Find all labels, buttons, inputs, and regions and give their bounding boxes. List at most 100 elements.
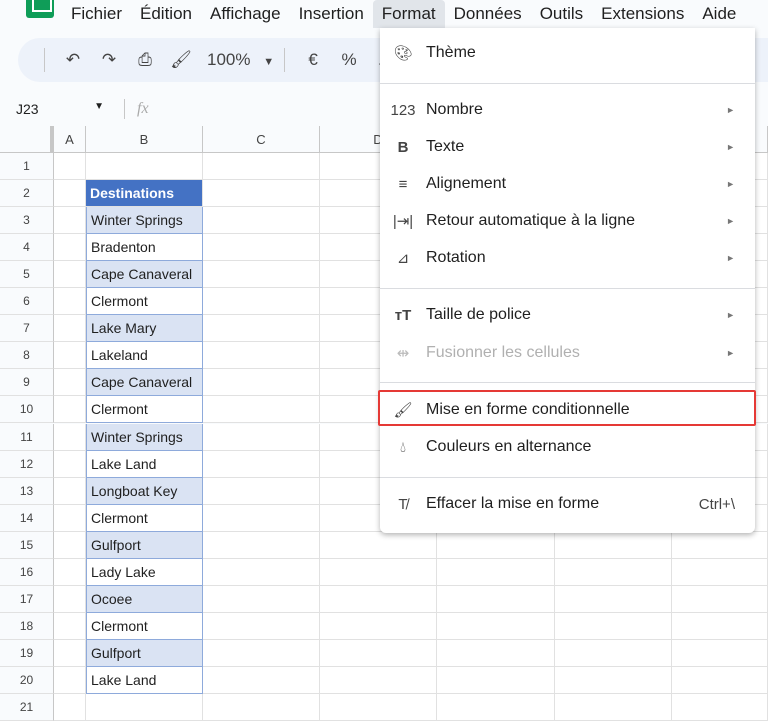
menu-format[interactable]: Format xyxy=(372,0,445,28)
percent-button[interactable]: % xyxy=(331,50,367,70)
cell[interactable] xyxy=(54,288,86,316)
row-header[interactable]: 10 xyxy=(0,396,54,424)
menu-outils[interactable]: Outils xyxy=(531,0,592,28)
cell[interactable] xyxy=(54,180,86,208)
cell[interactable]: Lakeland xyxy=(86,342,203,370)
cell[interactable] xyxy=(54,207,86,235)
cell[interactable] xyxy=(203,234,320,262)
cell[interactable] xyxy=(203,369,320,397)
cell[interactable]: Lake Land xyxy=(86,450,203,478)
menu-item-wrap[interactable]: |⇥| Retour automatique à la ligne ► xyxy=(380,204,755,238)
cell[interactable] xyxy=(54,558,86,586)
cell[interactable] xyxy=(437,585,555,613)
cell[interactable] xyxy=(320,558,437,586)
cell[interactable] xyxy=(54,369,86,397)
undo-icon[interactable]: ↶ xyxy=(55,50,91,70)
cell[interactable] xyxy=(54,666,86,694)
row-header[interactable]: 13 xyxy=(0,477,54,505)
cell[interactable] xyxy=(203,288,320,316)
cell[interactable] xyxy=(203,261,320,289)
row-header[interactable]: 2 xyxy=(0,180,54,208)
cell[interactable] xyxy=(54,504,86,532)
cell[interactable] xyxy=(437,558,555,586)
cell[interactable] xyxy=(320,694,437,721)
cell[interactable] xyxy=(203,585,320,613)
menu-item-rotation[interactable]: ⊿ Rotation ► xyxy=(380,241,755,275)
cell[interactable]: Clermont xyxy=(86,612,203,640)
cell[interactable] xyxy=(54,315,86,343)
cell[interactable] xyxy=(203,477,320,505)
row-header[interactable]: 20 xyxy=(0,666,54,694)
cell[interactable] xyxy=(54,694,86,721)
cell[interactable] xyxy=(203,639,320,667)
cell[interactable]: Cape Canaveral xyxy=(86,369,203,397)
menu-donnees[interactable]: Données xyxy=(445,0,531,28)
cell[interactable] xyxy=(203,531,320,559)
row-header[interactable]: 1 xyxy=(0,153,54,180)
cell[interactable]: Lake Land xyxy=(86,666,203,694)
cell[interactable] xyxy=(555,639,672,667)
cell[interactable] xyxy=(203,450,320,478)
cell[interactable] xyxy=(54,612,86,640)
redo-icon[interactable]: ↷ xyxy=(91,50,127,70)
print-icon[interactable]: ⎙ xyxy=(127,50,163,70)
menu-extensions[interactable]: Extensions xyxy=(592,0,693,28)
cell[interactable]: Lady Lake xyxy=(86,558,203,586)
menu-item-palette[interactable]: 🎨︎ Thème xyxy=(380,36,755,70)
row-header[interactable]: 11 xyxy=(0,423,54,451)
name-box[interactable]: J23 ▼ xyxy=(0,101,112,117)
cell[interactable] xyxy=(203,504,320,532)
cell[interactable] xyxy=(555,585,672,613)
menu-aide[interactable]: Aide xyxy=(693,0,745,28)
cell[interactable] xyxy=(555,531,672,559)
cell[interactable] xyxy=(203,423,320,451)
cell[interactable] xyxy=(672,531,768,559)
cell[interactable] xyxy=(672,666,768,694)
cell[interactable] xyxy=(320,585,437,613)
cell[interactable] xyxy=(437,694,555,721)
cell[interactable] xyxy=(672,585,768,613)
cell[interactable] xyxy=(54,450,86,478)
cell[interactable]: Winter Springs xyxy=(86,207,203,235)
row-header[interactable]: 18 xyxy=(0,612,54,640)
cell[interactable] xyxy=(54,396,86,424)
menu-item-bold[interactable]: B Texte ► xyxy=(380,130,755,164)
paint-format-icon[interactable]: 🖌︎ xyxy=(163,50,199,70)
menu-item-number[interactable]: 123 Nombre ► xyxy=(380,93,755,127)
cell[interactable] xyxy=(203,666,320,694)
column-header[interactable]: C xyxy=(203,126,320,153)
row-header[interactable]: 15 xyxy=(0,531,54,559)
cell[interactable] xyxy=(203,612,320,640)
row-header[interactable]: 17 xyxy=(0,585,54,613)
cell[interactable] xyxy=(54,234,86,262)
row-header[interactable]: 4 xyxy=(0,234,54,262)
row-header[interactable]: 6 xyxy=(0,288,54,316)
row-header[interactable]: 8 xyxy=(0,342,54,370)
cell[interactable] xyxy=(54,261,86,289)
cell[interactable] xyxy=(672,639,768,667)
cell[interactable] xyxy=(86,153,203,180)
cell[interactable]: Lake Mary xyxy=(86,315,203,343)
cell[interactable] xyxy=(437,612,555,640)
cell[interactable] xyxy=(555,612,672,640)
menu-item-font-size[interactable]: тT Taille de police ► xyxy=(380,298,755,332)
cell[interactable] xyxy=(203,558,320,586)
cell[interactable] xyxy=(54,477,86,505)
corner-header[interactable] xyxy=(0,126,54,153)
cell[interactable] xyxy=(54,153,86,180)
menu-item-paint-roller[interactable]: 🖌︎ Mise en forme conditionnelle xyxy=(378,390,756,427)
cell[interactable]: Longboat Key xyxy=(86,477,203,505)
row-header[interactable]: 16 xyxy=(0,558,54,586)
cell[interactable]: Destinations xyxy=(86,180,203,208)
menu-insertion[interactable]: Insertion xyxy=(290,0,373,28)
cell[interactable] xyxy=(54,531,86,559)
cell[interactable] xyxy=(203,153,320,180)
cell[interactable] xyxy=(54,585,86,613)
cell[interactable] xyxy=(555,694,672,721)
zoom-select[interactable]: 100% ▼ xyxy=(207,50,274,70)
cell[interactable] xyxy=(320,666,437,694)
row-header[interactable]: 14 xyxy=(0,504,54,532)
cell[interactable] xyxy=(555,558,672,586)
cell[interactable] xyxy=(555,666,672,694)
cell[interactable]: Gulfport xyxy=(86,531,203,559)
